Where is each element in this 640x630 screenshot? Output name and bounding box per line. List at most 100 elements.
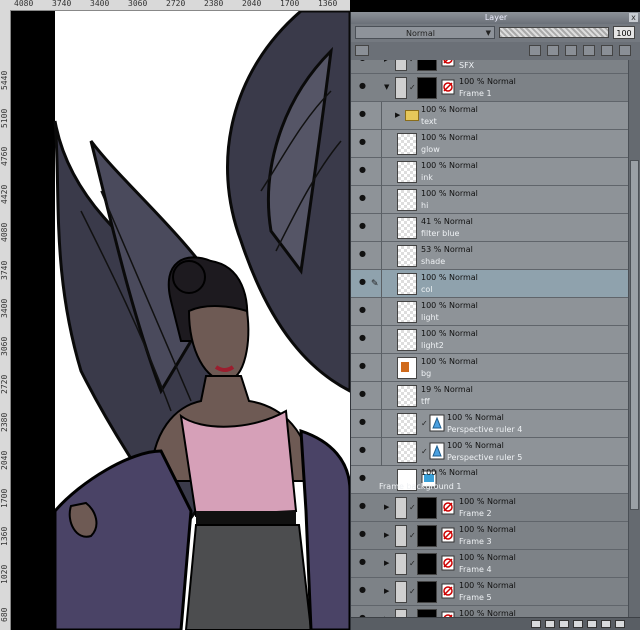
mask-disabled-icon	[441, 60, 455, 67]
layer-row[interactable]: ● 100 % Normal ink	[351, 158, 629, 186]
clip-icon[interactable]	[583, 45, 595, 56]
reference-icon[interactable]	[601, 45, 613, 56]
more-icon[interactable]	[619, 45, 631, 56]
layer-scrollbar[interactable]	[628, 60, 640, 618]
new-raster-layer-icon[interactable]	[531, 620, 541, 628]
layer-row[interactable]: ● 100 % Normal Frame background 1	[351, 466, 629, 494]
layer-thumbnail	[417, 77, 437, 99]
layer-opacity-blend: 100 % Normal	[421, 189, 478, 198]
layer-opacity-blend: 100 % Normal	[459, 581, 516, 590]
layer-name: Frame 3	[459, 537, 492, 546]
layer-row[interactable]: ● ✓ 100 % Normal Perspective ruler 4	[351, 410, 629, 438]
layer-row[interactable]: ● 100 % Normal hi	[351, 186, 629, 214]
eye-icon[interactable]: ●	[359, 362, 367, 370]
eye-icon[interactable]: ●	[359, 502, 367, 510]
ruler-tick-label: 5100	[0, 108, 9, 128]
mask-icon[interactable]	[601, 620, 611, 628]
expand-down-icon[interactable]: ▼	[384, 83, 389, 91]
indent-line	[381, 102, 382, 130]
eye-icon[interactable]: ●	[359, 82, 367, 90]
layer-opacity-blend: 100 % Normal	[421, 273, 478, 282]
ruler-tick-label: 1700	[0, 488, 9, 508]
new-vector-layer-icon[interactable]	[545, 620, 555, 628]
layer-row[interactable]: ● 19 % Normal tff	[351, 382, 629, 410]
expand-right-icon[interactable]: ▶	[384, 60, 389, 63]
layer-row[interactable]: ● ▶ ✓ SFX	[351, 60, 629, 74]
layer-row[interactable]: ● ▶ ✓ 100 % Normal Frame 4	[351, 550, 629, 578]
eye-icon[interactable]: ●	[359, 390, 367, 398]
pen-icon: ✎	[371, 279, 379, 289]
blend-row: Normal ▼ 100	[351, 24, 640, 42]
layer-row[interactable]: ● ▶ ✓ 100 % Normal Frame 3	[351, 522, 629, 550]
expand-right-icon[interactable]: ▶	[395, 111, 400, 119]
layer-name: light2	[421, 341, 444, 350]
drawing-canvas[interactable]	[11, 11, 350, 630]
layer-row[interactable]: ● 100 % Normal bg	[351, 354, 629, 382]
layer-row[interactable]: ● 100 % Normal glow	[351, 130, 629, 158]
layer-row[interactable]: ● ✓ 100 % Normal Perspective ruler 5	[351, 438, 629, 466]
perspective-ruler-icon	[429, 442, 445, 460]
eye-icon[interactable]: ●	[359, 418, 367, 426]
eye-icon[interactable]: ●	[359, 166, 367, 174]
eye-icon[interactable]: ●	[359, 446, 367, 454]
eye-icon[interactable]: ●	[359, 60, 367, 62]
layer-color-icon[interactable]	[355, 45, 369, 56]
layer-thumbnail	[397, 441, 417, 463]
transfer-down-icon[interactable]	[573, 620, 583, 628]
ruler-tick-label: 4080	[14, 0, 34, 8]
pink-top	[179, 409, 298, 518]
lock-icon[interactable]	[565, 45, 577, 56]
eye-icon[interactable]: ●	[359, 250, 367, 258]
ruler-tick-label: 1360	[318, 0, 338, 8]
layer-row[interactable]: ● 41 % Normal filter blue	[351, 214, 629, 242]
indent-line	[381, 410, 382, 438]
layer-row[interactable]: ● ▶ 100 % Normal text	[351, 102, 629, 130]
blend-mode-select[interactable]: Normal ▼	[355, 26, 495, 39]
layer-row[interactable]: ● ▼ ✓ 100 % Normal Frame 1	[351, 74, 629, 102]
layer-list: ● ▶ ✓ SFX ● ▼ ✓ 100 % Normal Frame 1 ● ▶ 100 % Norm…	[351, 60, 629, 618]
eye-icon[interactable]: ●	[359, 110, 367, 118]
eye-icon[interactable]: ●	[359, 278, 367, 286]
mask-disabled-icon	[441, 583, 455, 599]
panel-bottom-toolbar	[351, 617, 640, 630]
new-folder-icon[interactable]	[559, 620, 569, 628]
close-icon[interactable]: x	[629, 13, 638, 22]
eye-icon[interactable]: ●	[359, 530, 367, 538]
layer-row[interactable]: ● 53 % Normal shade	[351, 242, 629, 270]
layer-mask-icon[interactable]	[529, 45, 541, 56]
layer-thumbnail	[397, 357, 417, 379]
layer-row[interactable]: ● ✎ 100 % Normal col	[351, 270, 629, 298]
expand-right-icon[interactable]: ▶	[384, 559, 389, 567]
merge-icon[interactable]	[587, 620, 597, 628]
opacity-slider[interactable]	[499, 27, 609, 38]
eye-icon[interactable]: ●	[359, 586, 367, 594]
layer-thumbnail	[397, 301, 417, 323]
eye-icon[interactable]: ●	[359, 306, 367, 314]
layer-row[interactable]: ● ▶ ✓ 100 % Normal Frame 5	[351, 578, 629, 606]
scroll-thumb[interactable]	[630, 160, 639, 510]
expand-right-icon[interactable]: ▶	[384, 503, 389, 511]
ruler-icon[interactable]	[547, 45, 559, 56]
expand-right-icon[interactable]: ▶	[384, 587, 389, 595]
artwork-illustration	[53, 11, 350, 630]
layer-row[interactable]: ● 100 % Normal light	[351, 298, 629, 326]
layer-name: col	[421, 285, 433, 294]
check-icon: ✓	[409, 531, 416, 540]
layer-opacity-blend: 100 % Normal	[421, 105, 478, 114]
trash-icon[interactable]	[615, 620, 625, 628]
eye-icon[interactable]: ●	[359, 334, 367, 342]
layer-thumbnail	[397, 161, 417, 183]
eye-icon[interactable]: ●	[359, 222, 367, 230]
layer-row[interactable]: ● ▶ ✓ 100 % Normal Frame 2	[351, 494, 629, 522]
layer-row[interactable]: ● 100 % Normal light2	[351, 326, 629, 354]
opacity-value[interactable]: 100	[613, 26, 635, 39]
layer-name: Perspective ruler 5	[447, 453, 523, 462]
expand-right-icon[interactable]: ▶	[384, 531, 389, 539]
eye-icon[interactable]: ●	[359, 474, 367, 482]
panel-titlebar: Layer x	[351, 12, 640, 24]
eye-icon[interactable]: ●	[359, 138, 367, 146]
eye-icon[interactable]: ●	[359, 194, 367, 202]
layer-name: hi	[421, 201, 429, 210]
ruler-tick-label: 1700	[280, 0, 300, 8]
eye-icon[interactable]: ●	[359, 558, 367, 566]
